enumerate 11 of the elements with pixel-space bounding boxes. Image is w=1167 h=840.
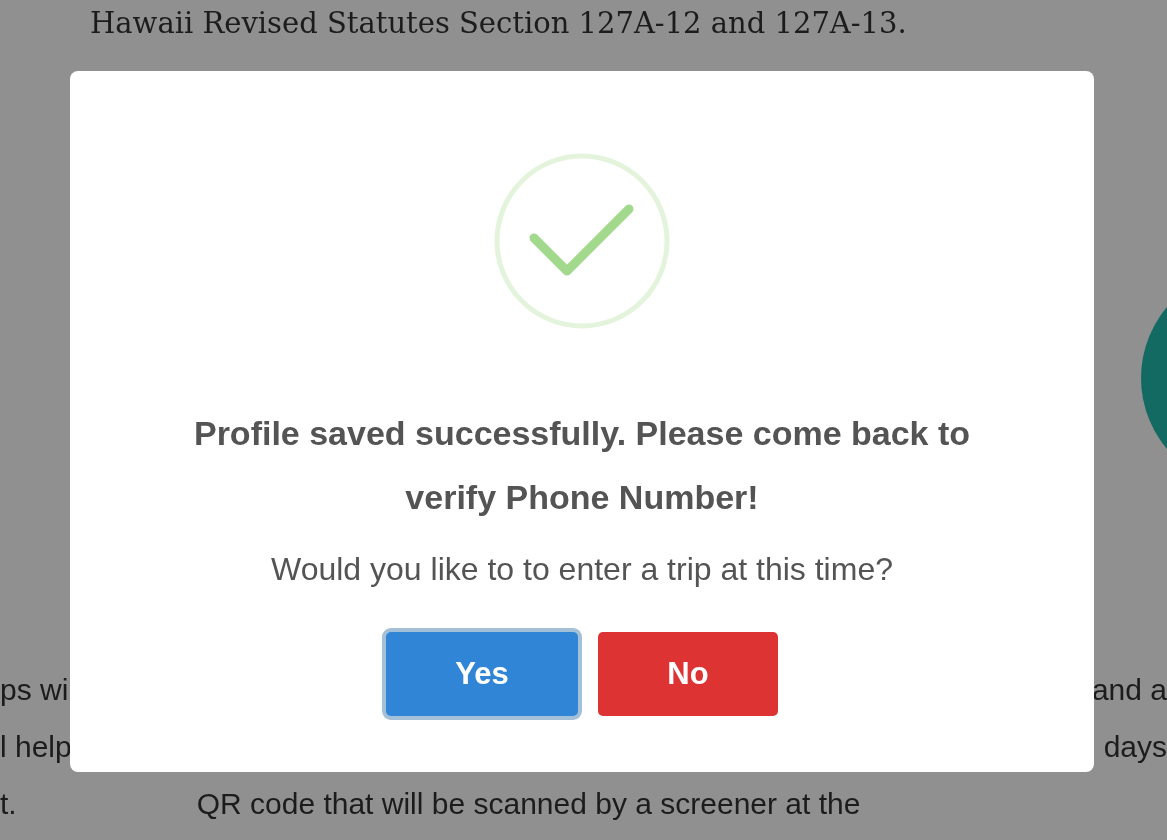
body-text: t. bbox=[0, 786, 17, 821]
dialog-title: Profile saved successfully. Please come back to verify Phone Number! bbox=[192, 413, 972, 518]
dialog-message: Would you like to to enter a trip at this time? bbox=[271, 551, 893, 588]
body-text: days bbox=[1103, 729, 1167, 764]
body-text: ps wi bbox=[0, 672, 69, 707]
body-text: QR code that will be scanned by a screener at the bbox=[196, 786, 861, 821]
no-button[interactable]: No bbox=[598, 632, 778, 716]
body-text: and a bbox=[1091, 672, 1167, 707]
body-text: l help bbox=[0, 729, 72, 764]
page-heading: Hawaii Revised Statutes Section 127A-12 and 127A-13. bbox=[89, 5, 908, 40]
success-check-icon bbox=[492, 151, 672, 331]
